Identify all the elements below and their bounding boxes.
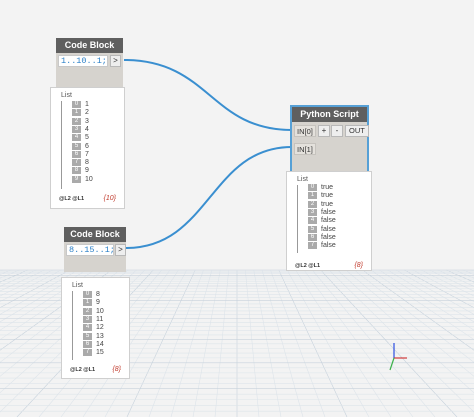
list-index: 2	[72, 117, 81, 125]
list-index: 8	[72, 167, 81, 175]
input-port-in1[interactable]: IN[1]	[294, 143, 316, 155]
y-axis-line	[389, 357, 395, 371]
list-count: {8}	[112, 366, 121, 373]
list-count: {8}	[354, 262, 363, 269]
list-value: false	[321, 233, 336, 241]
list-item: 9 10	[72, 175, 93, 184]
list-index: 3	[72, 125, 81, 133]
list-item: 7 15	[83, 348, 104, 357]
list-index: 4	[308, 217, 317, 225]
list-index: 0	[83, 291, 92, 298]
list-value: 8	[96, 291, 100, 298]
list-title: List	[72, 282, 83, 289]
workspace-canvas[interactable]: Code Block 1..10..1; > List 011223344556…	[0, 0, 474, 417]
list-value: true	[321, 200, 334, 208]
input-port-in0[interactable]: IN[0]	[294, 125, 316, 137]
list-levels: @L2 @L1	[59, 196, 85, 202]
list-index: 7	[83, 349, 92, 357]
list-item: 7 false	[308, 241, 336, 250]
code-input[interactable]: 8..15..1;	[66, 244, 115, 256]
list-value: 9	[85, 167, 89, 175]
list-count: {10}	[103, 195, 116, 202]
node-title[interactable]: Code Block	[64, 227, 126, 242]
list-value: 10	[96, 307, 104, 315]
list-index: 0	[72, 101, 81, 108]
python-script-node[interactable]: Python Script IN[0] IN[1] + - OUT	[290, 105, 369, 177]
list-index: 1	[308, 192, 317, 200]
preview-bubble-2: List 0 8 1 9 2 10 3 11 4 12 5 13 6 14 7 15 @L2 @L1 {8}	[61, 277, 130, 379]
output-port[interactable]: >	[110, 55, 121, 67]
list-title: List	[297, 176, 308, 183]
list-value: 10	[85, 175, 93, 183]
node-title[interactable]: Code Block	[56, 38, 123, 53]
output-port[interactable]: >	[115, 244, 126, 256]
list-tree-line	[72, 291, 73, 360]
list-value: 4	[85, 125, 89, 133]
list-tree-line	[297, 185, 298, 253]
list-index: 0	[308, 184, 317, 191]
list-index: 3	[83, 315, 92, 323]
node-body: 8..15..1; >	[64, 242, 126, 272]
list-index: 4	[83, 324, 92, 332]
list-value: 2	[85, 109, 89, 117]
list-index: 9	[72, 175, 81, 183]
list-index: 6	[308, 233, 317, 241]
wire-codeblock2-to-in1[interactable]	[125, 146, 293, 249]
list-index: 2	[308, 200, 317, 208]
list-index: 4	[72, 134, 81, 142]
list-value: false	[321, 208, 336, 216]
list-value: false	[321, 242, 336, 250]
list-value: 8	[85, 159, 89, 167]
list-levels: @L2 @L1	[70, 367, 96, 373]
list-value: 6	[85, 142, 89, 150]
list-index: 7	[72, 159, 81, 167]
wire-codeblock1-to-in0[interactable]	[123, 59, 293, 131]
output-port[interactable]: OUT	[345, 125, 369, 137]
list-value: 12	[96, 324, 104, 332]
list-value: 11	[96, 315, 104, 323]
code-block-node-2[interactable]: Code Block 8..15..1; >	[64, 227, 126, 272]
list-title: List	[61, 92, 72, 99]
list-index: 1	[83, 299, 92, 307]
list-levels: @L2 @L1	[295, 263, 321, 269]
list-value: 5	[85, 134, 89, 142]
list-value: false	[321, 217, 336, 225]
list-index: 6	[72, 150, 81, 158]
preview-bubble-1: List 0 1 1 2 2 3 3 4 4 5 5 6 6 7 7 8 8 9 9 10 @L2 @L1 {10}	[50, 87, 125, 209]
axis-gizmo	[389, 343, 407, 371]
node-body: IN[0] IN[1] + - OUT	[292, 122, 369, 175]
list-value: 7	[85, 150, 89, 158]
code-input[interactable]: 1..10..1;	[58, 55, 108, 67]
list-index: 7	[308, 242, 317, 250]
list-value: false	[321, 225, 336, 233]
list-index: 5	[72, 142, 81, 150]
list-index: 6	[83, 340, 92, 348]
list-value: true	[321, 192, 334, 200]
list-value: true	[321, 184, 334, 191]
list-tree-line	[61, 101, 62, 189]
add-input-button[interactable]: +	[318, 125, 330, 137]
list-value: 1	[85, 101, 89, 108]
remove-input-button[interactable]: -	[331, 125, 343, 137]
preview-bubble-python: List 0 true 1 true 2 true 3 false 4 false 5 false 6 f…	[286, 171, 372, 271]
node-title[interactable]: Python Script	[292, 107, 367, 122]
list-index: 1	[72, 109, 81, 117]
list-index: 2	[83, 307, 92, 315]
list-index: 5	[83, 332, 92, 340]
list-value: 14	[96, 340, 104, 348]
list-value: 15	[96, 349, 104, 357]
list-index: 5	[308, 225, 317, 233]
list-value: 3	[85, 117, 89, 125]
list-index: 3	[308, 208, 317, 216]
list-value: 13	[96, 332, 104, 340]
list-value: 9	[96, 299, 100, 307]
